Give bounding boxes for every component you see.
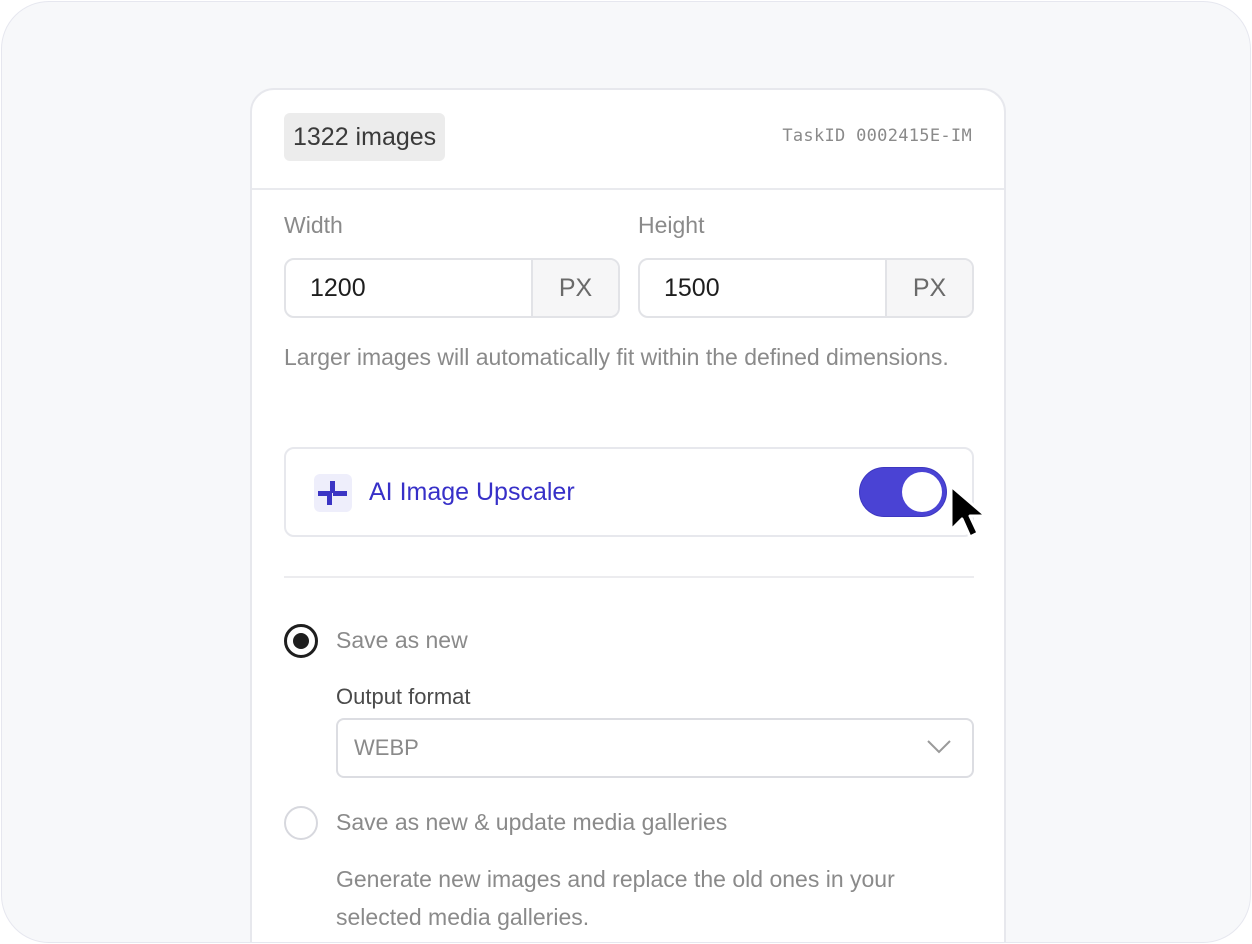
- height-unit: PX: [885, 260, 972, 316]
- width-unit: PX: [531, 260, 618, 316]
- image-count-badge: 1322 images: [284, 113, 446, 161]
- ai-upscaler-toggle[interactable]: [860, 468, 946, 516]
- ai-upscaler-row: AI Image Upscaler: [284, 447, 974, 537]
- save-and-update-radio[interactable]: [284, 806, 318, 840]
- height-label: Height: [638, 212, 705, 238]
- toggle-knob: [902, 472, 942, 512]
- output-format-select[interactable]: WEBP: [336, 718, 974, 778]
- width-value[interactable]: 1200: [310, 260, 366, 316]
- height-input[interactable]: 1500 PX: [638, 258, 974, 318]
- task-id: TaskID 0002415E-IM: [782, 126, 972, 146]
- card-header: 1322 images TaskID 0002415E-IM: [252, 90, 1004, 190]
- save-and-update-description: Generate new images and replace the old …: [336, 866, 895, 930]
- output-format-value: WEBP: [354, 735, 419, 760]
- width-label: Width: [284, 212, 343, 238]
- width-input[interactable]: 1200 PX: [284, 258, 620, 318]
- height-value[interactable]: 1500: [664, 260, 720, 316]
- save-and-update-label[interactable]: Save as new & update media galleries: [336, 809, 727, 836]
- resize-settings-card: 1322 images TaskID 0002415E-IM Width Hei…: [250, 88, 1006, 942]
- output-format-label: Output format: [336, 684, 471, 709]
- section-divider: [284, 576, 974, 578]
- save-as-new-label[interactable]: Save as new: [336, 627, 468, 654]
- chevron-down-icon: [926, 736, 952, 761]
- app-frame: 1322 images TaskID 0002415E-IM Width Hei…: [1, 1, 1251, 943]
- save-as-new-radio[interactable]: [284, 624, 318, 658]
- mouse-pointer-icon: [948, 484, 994, 549]
- ai-upscaler-label: AI Image Upscaler: [369, 478, 575, 506]
- dimensions-hint: Larger images will automatically fit wit…: [284, 344, 949, 370]
- sparkle-icon: [314, 474, 352, 512]
